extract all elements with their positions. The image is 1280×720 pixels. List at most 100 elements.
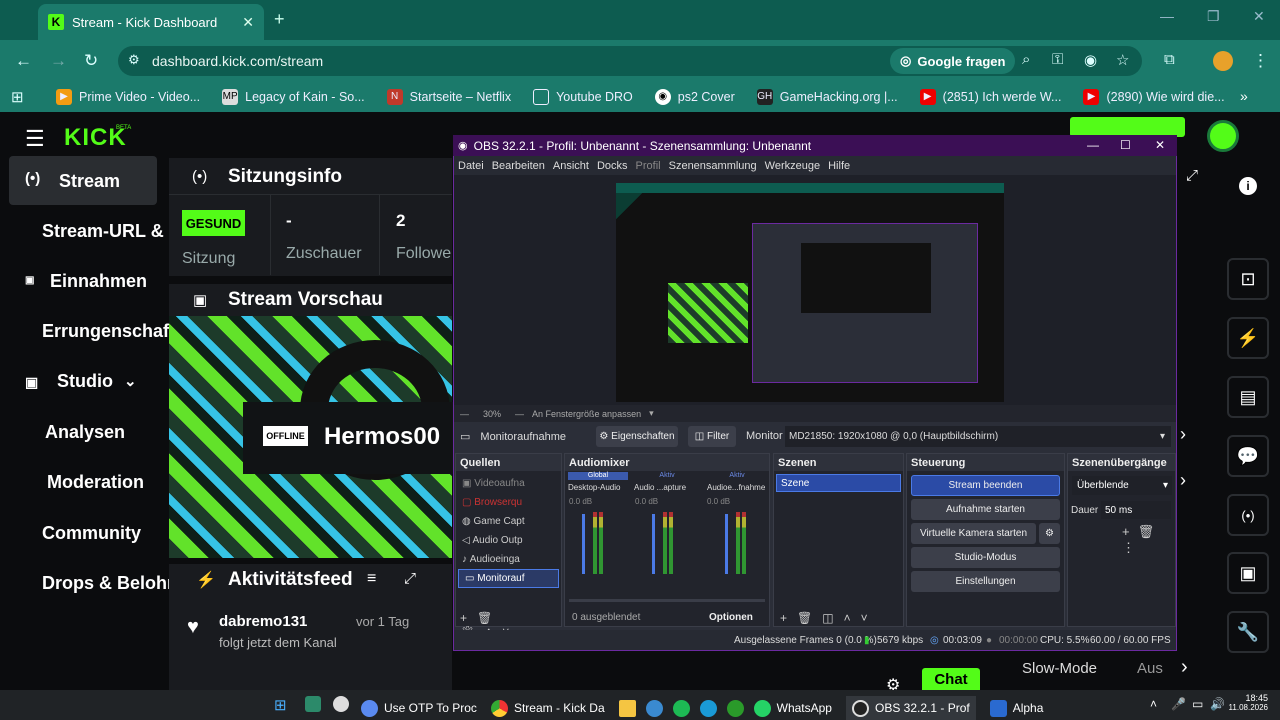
taskbar-item[interactable]: Alpha bbox=[989, 699, 1043, 717]
virtual-camera-settings-icon[interactable]: ⚙ bbox=[1039, 523, 1060, 544]
popout-icon[interactable]: ⤢ bbox=[404, 570, 416, 587]
settings-button[interactable]: Einstellungen bbox=[911, 571, 1060, 592]
chevron-right-icon[interactable]: › bbox=[1180, 424, 1186, 445]
zoom-icon[interactable]: ⌕ bbox=[1022, 51, 1030, 68]
clock[interactable]: 18:45 11.08.2026 bbox=[1228, 693, 1268, 712]
eye-off-icon[interactable]: ◉ bbox=[1084, 51, 1097, 69]
back-icon[interactable]: ← bbox=[15, 51, 32, 71]
channel-name[interactable]: Audioe...fnahme bbox=[707, 483, 765, 492]
monitor-select[interactable]: MD21850: 1920x1080 @ 0,0 (Hauptbildschir… bbox=[785, 426, 1171, 447]
menu-ansicht[interactable]: Ansicht bbox=[553, 160, 589, 172]
channel-name[interactable]: Desktop-Audio bbox=[568, 483, 620, 492]
screenshot-icon[interactable]: ⊡ bbox=[1227, 258, 1269, 300]
menu-bearbeiten[interactable]: Bearbeiten bbox=[492, 160, 545, 172]
key-icon[interactable]: ⚿ bbox=[1052, 51, 1063, 68]
microphone-icon[interactable]: 🎤 bbox=[1171, 697, 1186, 711]
menu-hilfe[interactable]: Hilfe bbox=[828, 160, 850, 172]
source-item[interactable]: ◍ Game Capt bbox=[456, 512, 561, 531]
clock-app-icon[interactable] bbox=[333, 696, 349, 712]
start-recording-button[interactable]: Aufnahme starten bbox=[911, 499, 1060, 520]
volume-slider[interactable] bbox=[582, 514, 585, 574]
start-icon[interactable]: ⊞ bbox=[274, 696, 287, 714]
document-icon[interactable]: ▤ bbox=[1227, 376, 1269, 418]
minimize-icon[interactable]: — bbox=[1160, 8, 1174, 24]
new-tab-icon[interactable]: + bbox=[274, 9, 285, 30]
stop-stream-button[interactable]: Stream beenden bbox=[911, 475, 1060, 496]
channel-name[interactable]: Audio ...apture bbox=[634, 483, 686, 492]
extensions-icon[interactable]: ⧉ bbox=[1164, 51, 1175, 68]
chevron-down-icon[interactable]: ⌄ bbox=[124, 372, 137, 390]
obs-maximize-icon[interactable]: ☐ bbox=[1120, 138, 1131, 152]
camera-icon[interactable]: ▣ bbox=[1227, 552, 1269, 594]
source-item[interactable]: ◁ Audio Outp bbox=[456, 531, 561, 550]
bookmark-item[interactable]: N Startseite – Netflix bbox=[386, 89, 511, 105]
sidebar-item-community[interactable]: Community bbox=[42, 523, 141, 544]
hamburger-menu-icon[interactable]: ☰ bbox=[25, 126, 45, 152]
site-info-icon[interactable]: ⚙ bbox=[128, 52, 140, 68]
sidebar-item-stream-url[interactable]: Stream-URL & - bbox=[42, 221, 175, 242]
close-tab-icon[interactable]: ✕ bbox=[242, 14, 254, 31]
edge-icon[interactable] bbox=[699, 699, 723, 717]
fit-window-button[interactable]: An Fenstergröße anpassen bbox=[532, 409, 641, 419]
folder-icon[interactable] bbox=[618, 699, 642, 717]
wrench-icon[interactable]: 🔧 bbox=[1227, 611, 1269, 653]
spotify-icon[interactable] bbox=[672, 699, 696, 717]
bookmark-star-icon[interactable]: ☆ bbox=[1116, 51, 1129, 69]
forward-icon[interactable]: → bbox=[50, 51, 67, 71]
go-live-button[interactable] bbox=[1070, 117, 1185, 137]
menu-dots-icon[interactable]: ⋮ bbox=[1252, 51, 1269, 71]
filter-button[interactable]: ◫ Filter bbox=[688, 426, 736, 447]
volume-slider[interactable] bbox=[652, 514, 655, 574]
sidebar-item-studio[interactable]: Studio bbox=[57, 371, 113, 392]
menu-szenensammlung[interactable]: Szenensammlung bbox=[669, 160, 757, 172]
properties-button[interactable]: ⚙ Eigenschaften bbox=[596, 426, 678, 447]
menu-profil[interactable]: Profil bbox=[636, 160, 661, 172]
bookmark-item[interactable]: MP Legacy of Kain - So... bbox=[222, 89, 365, 105]
info-icon[interactable]: i bbox=[1239, 177, 1257, 195]
sidebar-item-drops[interactable]: Drops & Belohn bbox=[42, 573, 178, 594]
transition-select[interactable]: Überblende ▾ bbox=[1072, 476, 1172, 495]
window-close-icon[interactable]: ✕ bbox=[1253, 8, 1265, 25]
bookmark-item[interactable]: ▶ (2890) Wie wird die... bbox=[1083, 89, 1225, 105]
app-icon[interactable] bbox=[645, 699, 669, 717]
duration-input[interactable]: 50 ms bbox=[1101, 501, 1171, 519]
taskbar-item[interactable]: Use OTP To Proc bbox=[361, 699, 477, 717]
bookmark-item[interactable]: ▶ (2851) Ich werde W... bbox=[919, 89, 1061, 105]
network-icon[interactable]: ▭ bbox=[1192, 697, 1203, 711]
sidebar-item-analysen[interactable]: Analysen bbox=[45, 422, 125, 443]
options-button[interactable]: Optionen bbox=[709, 612, 753, 623]
reload-icon[interactable]: ↻ bbox=[84, 51, 98, 71]
sidebar-item-errungenschaft[interactable]: Errungenschaft bbox=[42, 321, 175, 342]
profile-avatar[interactable] bbox=[1213, 51, 1233, 71]
obs-close-icon[interactable]: ✕ bbox=[1155, 138, 1165, 152]
bookmark-item[interactable]: GH GameHacking.org |... bbox=[756, 89, 898, 105]
taskbar-item[interactable]: WhatsApp bbox=[753, 699, 832, 717]
activity-user[interactable]: dabremo131 bbox=[219, 613, 307, 630]
chevron-right-icon[interactable]: › bbox=[1181, 656, 1188, 679]
sidebar-item-moderation[interactable]: Moderation bbox=[47, 472, 144, 493]
tray-chevron-icon[interactable]: ˄ bbox=[1150, 697, 1157, 711]
chevron-right-icon[interactable]: › bbox=[1180, 470, 1186, 491]
xbox-icon[interactable] bbox=[726, 699, 750, 717]
obs-minimize-icon[interactable]: — bbox=[1087, 138, 1099, 152]
lightning-icon[interactable]: ⚡ bbox=[1227, 317, 1269, 359]
chat-button[interactable]: Chat bbox=[922, 668, 980, 690]
source-item[interactable]: ♪ Audioeinga bbox=[456, 550, 561, 569]
studio-mode-button[interactable]: Studio-Modus bbox=[911, 547, 1060, 568]
sidebar-item-einnahmen[interactable]: Einnahmen bbox=[50, 271, 147, 292]
scene-item[interactable]: Szene bbox=[776, 474, 901, 492]
virtual-camera-button[interactable]: Virtuelle Kamera starten bbox=[911, 523, 1036, 544]
source-item[interactable]: ▣ Videoaufna bbox=[456, 474, 561, 493]
broadcast-icon[interactable]: (•) bbox=[1227, 494, 1269, 536]
source-item[interactable]: ▢ Browserqu bbox=[456, 493, 561, 512]
maximize-icon[interactable]: ❐ bbox=[1207, 8, 1220, 25]
chat-bubble-icon[interactable]: 💬 bbox=[1227, 435, 1269, 477]
browser-tab[interactable]: K Stream - Kick Dashboard ✕ bbox=[38, 4, 264, 40]
taskbar-item[interactable]: OBS 32.2.1 - Prof bbox=[845, 696, 976, 720]
taskbar-item[interactable]: Stream - Kick Da bbox=[490, 699, 605, 717]
menu-docks[interactable]: Docks bbox=[597, 160, 628, 172]
filter-icon[interactable]: ≡ bbox=[367, 570, 376, 588]
menu-datei[interactable]: Datei bbox=[458, 160, 484, 172]
apps-grid-icon[interactable]: ⊞ bbox=[11, 88, 24, 106]
volume-icon[interactable]: 🔊 bbox=[1210, 697, 1225, 711]
